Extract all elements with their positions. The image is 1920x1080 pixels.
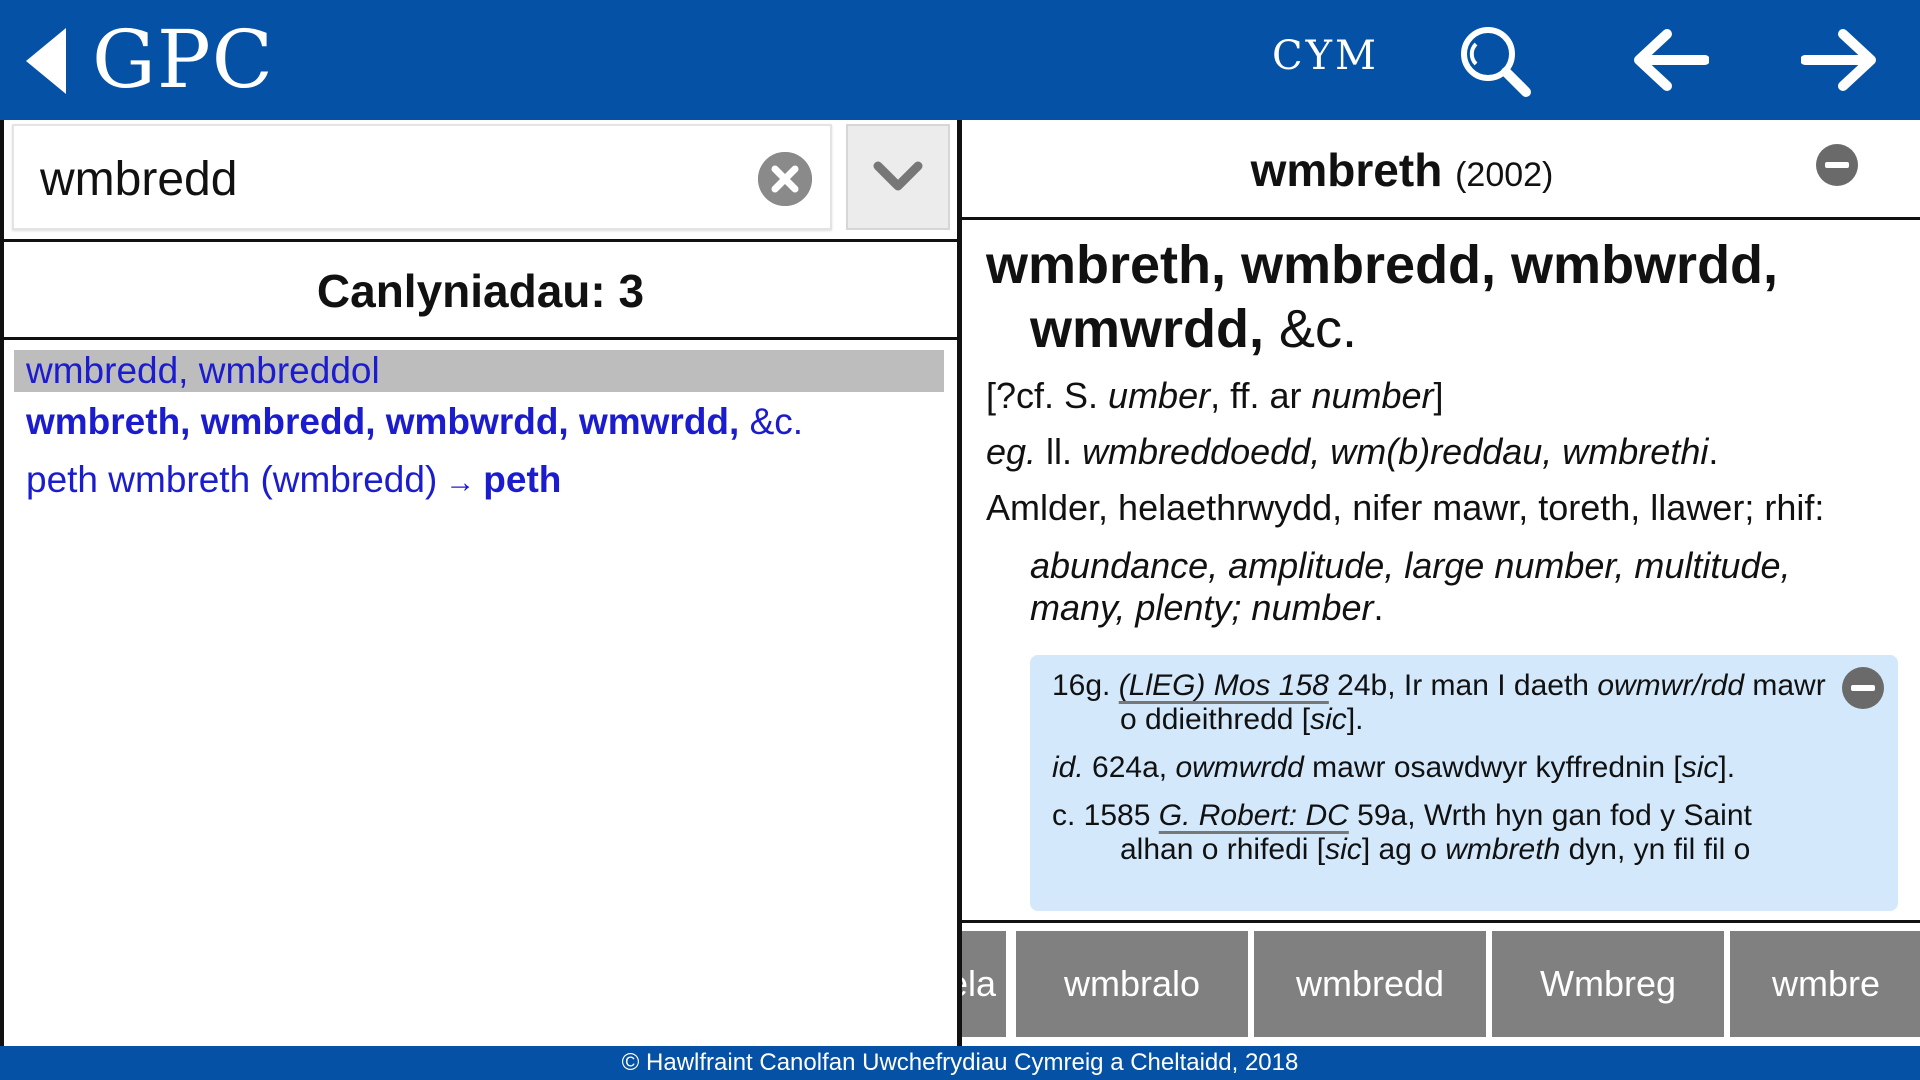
- entry-title-year: (2002): [1455, 156, 1554, 194]
- clear-circle-icon: [758, 152, 812, 206]
- citation: id. 624a, owmwrdd mawr osawdwyr kyffredn…: [1052, 751, 1828, 785]
- citation-date: 16g.: [1052, 669, 1119, 702]
- citation-source[interactable]: (LlEG) Mos 158: [1119, 669, 1329, 702]
- cross-reference-arrow: →: [445, 466, 476, 499]
- search-row: [4, 120, 957, 242]
- neighbour-word-button[interactable]: wmbralo: [1016, 931, 1248, 1037]
- citation: c. 1585 G. Robert: DC 59a, Wrth hyn gan …: [1052, 799, 1828, 867]
- plural-label: ll.: [1036, 431, 1083, 472]
- etymology-text: ]: [1433, 375, 1444, 416]
- copyright-footer: © Hawlfraint Canolfan Uwchefrydiau Cymre…: [0, 1046, 1920, 1080]
- citation-text: 624a,: [1083, 751, 1176, 784]
- citation-italic: sic: [1325, 833, 1362, 866]
- search-icon: [1461, 27, 1531, 97]
- language-button[interactable]: CYM: [1272, 30, 1379, 82]
- citation-italic: wmbreth: [1445, 833, 1561, 866]
- result-text: peth wmbreth (wmbredd): [26, 459, 438, 500]
- results-count: Canlyniadau: 3: [4, 245, 957, 340]
- search-box: [12, 124, 832, 230]
- entry-header: wmbreth (2002): [962, 120, 1920, 220]
- citation-date: c. 1585: [1052, 799, 1159, 832]
- neighbour-word-button[interactable]: Wmbreg: [1492, 931, 1724, 1037]
- result-headwords: wmbreth, wmbredd, wmbwrdd, wmwrdd,: [26, 401, 740, 442]
- entry-title-word: wmbreth: [1250, 144, 1443, 196]
- result-text: wmbredd, wmbreddol: [26, 350, 380, 391]
- english-gloss: abundance, amplitude, large number, mult…: [986, 545, 1886, 629]
- neighbour-word-button[interactable]: wmbre: [1730, 931, 1920, 1037]
- search-button[interactable]: [1452, 20, 1538, 100]
- etymology-word: umber: [1108, 375, 1211, 416]
- citation-italic: owmwrdd: [1175, 751, 1304, 784]
- etymology-text: , ff. ar: [1210, 375, 1312, 416]
- headwords-text: wmbreth, wmbredd, wmbwrdd, wmwrdd,: [986, 235, 1779, 359]
- citation-italic: sic: [1310, 703, 1347, 736]
- headwords-tail: &c.: [1264, 299, 1358, 359]
- cross-reference-target[interactable]: peth: [483, 459, 561, 500]
- result-suffix: &c.: [739, 401, 804, 442]
- etymology-word: number: [1311, 375, 1434, 416]
- entry-pane: wmbreth (2002) wmbreth, wmbredd, wmbwrdd…: [962, 120, 1920, 1046]
- part-of-speech: eg.: [986, 431, 1037, 472]
- etymology: [?cf. S. umber, ff. ar number]: [986, 375, 1890, 417]
- chevron-down-icon: [873, 161, 923, 191]
- dropdown-button[interactable]: [846, 124, 950, 230]
- result-item-wmbreth[interactable]: wmbreth, wmbredd, wmbwrdd, wmwrdd, &c.: [14, 398, 944, 446]
- citation-italic: owmwr/rdd: [1597, 669, 1745, 702]
- gloss-text: abundance, amplitude, large number, mult…: [1030, 545, 1791, 628]
- collapse-all-button[interactable]: [1816, 144, 1858, 186]
- citations-box: 16g. (LlEG) Mos 158 24b, Ir man I daeth …: [1030, 655, 1898, 911]
- arrow-right-icon: [1801, 29, 1876, 91]
- search-input[interactable]: [40, 144, 720, 214]
- results-pane: Canlyniadau: 3 wmbredd, wmbreddol wmbret…: [0, 120, 962, 1046]
- citation-source[interactable]: G. Robert: DC: [1159, 799, 1349, 832]
- citation-italic: sic: [1681, 751, 1719, 784]
- citation-text: ] ag o: [1361, 833, 1446, 866]
- clear-search-button[interactable]: [758, 152, 812, 206]
- citation-text: mawr osawdwyr kyffrednin [: [1303, 751, 1682, 784]
- plural-forms: wmbreddoedd, wm(b)reddau, wmbrethi: [1082, 431, 1709, 472]
- definition: Amlder, helaethrwydd, nifer mawr, toreth…: [986, 487, 1825, 528]
- gloss-end: .: [1373, 587, 1384, 628]
- citation-source: id.: [1052, 751, 1084, 784]
- previous-button[interactable]: [1626, 20, 1712, 100]
- next-button[interactable]: [1798, 20, 1884, 100]
- collapse-citations-button[interactable]: [1842, 667, 1884, 709]
- result-item-wmbredd-wmbreddol[interactable]: wmbredd, wmbreddol: [14, 350, 944, 392]
- entry-title: wmbreth (2002): [962, 140, 1842, 205]
- neighbour-words-strip: ela wmbralo wmbredd Wmbreg wmbre: [962, 920, 1920, 1046]
- etymology-text: [?cf. S.: [986, 375, 1109, 416]
- neighbour-word-button[interactable]: wmbredd: [1254, 931, 1486, 1037]
- top-bar: GPC CYM: [0, 0, 1920, 120]
- arrow-left-icon: [1634, 29, 1709, 91]
- grammar: eg. ll. wmbreddoedd, wm(b)reddau, wmbret…: [986, 431, 1890, 473]
- app-window: GPC CYM wmbredd Canlyniadau: 3 wmbredd, …: [0, 0, 1920, 1080]
- minus-circle-icon: [1825, 162, 1849, 168]
- neighbour-word-button[interactable]: ela: [962, 931, 1006, 1037]
- minus-circle-icon: [1851, 685, 1875, 691]
- citation-text: dyn, yn fil fil o: [1560, 833, 1751, 866]
- app-title[interactable]: GPC: [92, 10, 274, 110]
- result-item-peth-wmbreth[interactable]: peth wmbreth (wmbredd) → peth: [14, 456, 944, 507]
- citation-text: ].: [1346, 703, 1364, 736]
- grammar-end: .: [1708, 431, 1719, 472]
- citation: 16g. (LlEG) Mos 158 24b, Ir man I daeth …: [1052, 669, 1828, 737]
- chevron-left-icon[interactable]: [26, 28, 68, 94]
- citation-text: ].: [1718, 751, 1736, 784]
- citation-text: 24b, Ir man I daeth: [1328, 669, 1598, 702]
- entry-headwords: wmbreth, wmbredd, wmbwrdd, wmwrdd, &c.: [986, 233, 1866, 361]
- results-list: wmbredd, wmbreddol wmbreth, wmbredd, wmb…: [4, 350, 957, 507]
